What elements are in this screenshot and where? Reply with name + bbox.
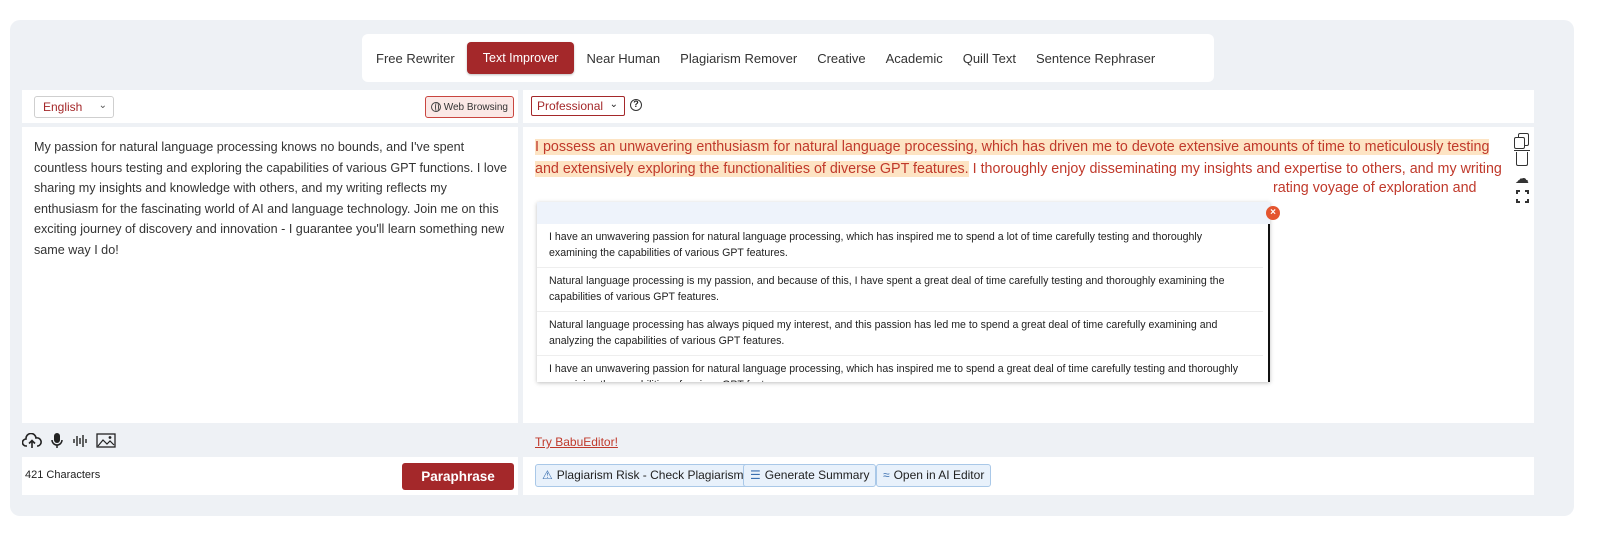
popup-header: ×: [537, 202, 1280, 224]
editor-icon: ≈: [883, 468, 890, 482]
microphone-icon[interactable]: [50, 432, 64, 449]
trash-icon[interactable]: [1514, 150, 1530, 166]
output-footer: ⚠ Plagiarism Risk - Check Plagiarism ☰ G…: [523, 457, 1534, 495]
image-icon[interactable]: [96, 433, 116, 448]
open-ai-editor-button[interactable]: ≈ Open in AI Editor: [876, 464, 992, 487]
help-icon[interactable]: ?: [630, 99, 642, 111]
input-footer: 421 Characters Paraphrase: [22, 457, 518, 495]
generate-summary-label: Generate Summary: [764, 468, 870, 482]
alternative-item[interactable]: Natural language processing has always p…: [537, 312, 1263, 356]
output-side-tools: ☁: [1514, 133, 1530, 203]
waveform-icon[interactable]: [72, 434, 88, 448]
try-babueditor-link[interactable]: Try BabuEditor!: [535, 435, 618, 449]
character-count: 421 Characters: [25, 469, 101, 481]
alternative-item[interactable]: I have an unwavering passion for natural…: [537, 224, 1263, 268]
paraphrase-button[interactable]: Paraphrase: [402, 463, 514, 490]
check-plagiarism-button[interactable]: ⚠ Plagiarism Risk - Check Plagiarism: [535, 464, 751, 487]
output-tail: rating voyage of exploration and: [1273, 180, 1477, 196]
generate-summary-button[interactable]: ☰ Generate Summary: [743, 464, 877, 487]
output-rest: I thoroughly enjoy disseminating my insi…: [968, 161, 1502, 177]
language-select[interactable]: English ⌄: [34, 96, 114, 118]
tab-quill-text[interactable]: Quill Text: [955, 43, 1024, 74]
output-panel: I possess an unwavering enthusiasm for n…: [523, 127, 1534, 423]
tone-value: Professional: [537, 99, 604, 113]
web-browsing-label: Web Browsing: [443, 101, 508, 113]
paraphraser-app: Free Rewriter Text Improver Near Human P…: [10, 20, 1574, 516]
fullscreen-icon[interactable]: [1515, 190, 1529, 203]
tab-free-rewriter[interactable]: Free Rewriter: [368, 43, 463, 74]
web-browsing-button[interactable]: Web Browsing: [424, 96, 514, 118]
input-panel[interactable]: My passion for natural language processi…: [22, 127, 518, 423]
alternative-item[interactable]: Natural language processing is my passio…: [537, 268, 1263, 312]
tab-sentence-rephraser[interactable]: Sentence Rephraser: [1028, 43, 1163, 74]
tone-select[interactable]: Professional ⌄: [531, 96, 625, 116]
close-icon[interactable]: ×: [1266, 206, 1280, 220]
tab-near-human[interactable]: Near Human: [578, 43, 668, 74]
language-value: English: [43, 100, 83, 114]
download-cloud-icon[interactable]: ☁: [1514, 171, 1530, 185]
chevron-down-icon: ⌄: [98, 100, 107, 111]
summary-icon: ☰: [750, 468, 761, 482]
tab-creative[interactable]: Creative: [809, 43, 873, 74]
upload-cloud-icon[interactable]: [22, 432, 42, 449]
alternative-item[interactable]: I have an unwavering passion for natural…: [537, 356, 1263, 382]
tab-text-improver[interactable]: Text Improver: [466, 42, 575, 74]
input-textarea[interactable]: My passion for natural language processi…: [34, 137, 512, 261]
copy-icon[interactable]: [1514, 133, 1529, 149]
check-plagiarism-label: Plagiarism Risk - Check Plagiarism: [556, 468, 744, 482]
tab-academic[interactable]: Academic: [878, 43, 951, 74]
input-toolbar: English ⌄ Web Browsing: [22, 90, 518, 123]
tab-plagiarism-remover[interactable]: Plagiarism Remover: [672, 43, 805, 74]
output-text[interactable]: I possess an unwavering enthusiasm for n…: [535, 136, 1513, 180]
output-toolbar: Professional ⌄ ?: [523, 90, 1534, 123]
chevron-down-icon: ⌄: [609, 99, 618, 110]
warning-icon: ⚠: [542, 468, 553, 482]
globe-icon: [430, 102, 441, 112]
alternatives-list[interactable]: I have an unwavering passion for natural…: [537, 224, 1270, 382]
mode-tabs: Free Rewriter Text Improver Near Human P…: [362, 34, 1214, 82]
open-ai-editor-label: Open in AI Editor: [893, 468, 985, 482]
input-tools: [22, 432, 116, 449]
alternatives-popup: × I have an unwavering passion for natur…: [537, 202, 1280, 382]
